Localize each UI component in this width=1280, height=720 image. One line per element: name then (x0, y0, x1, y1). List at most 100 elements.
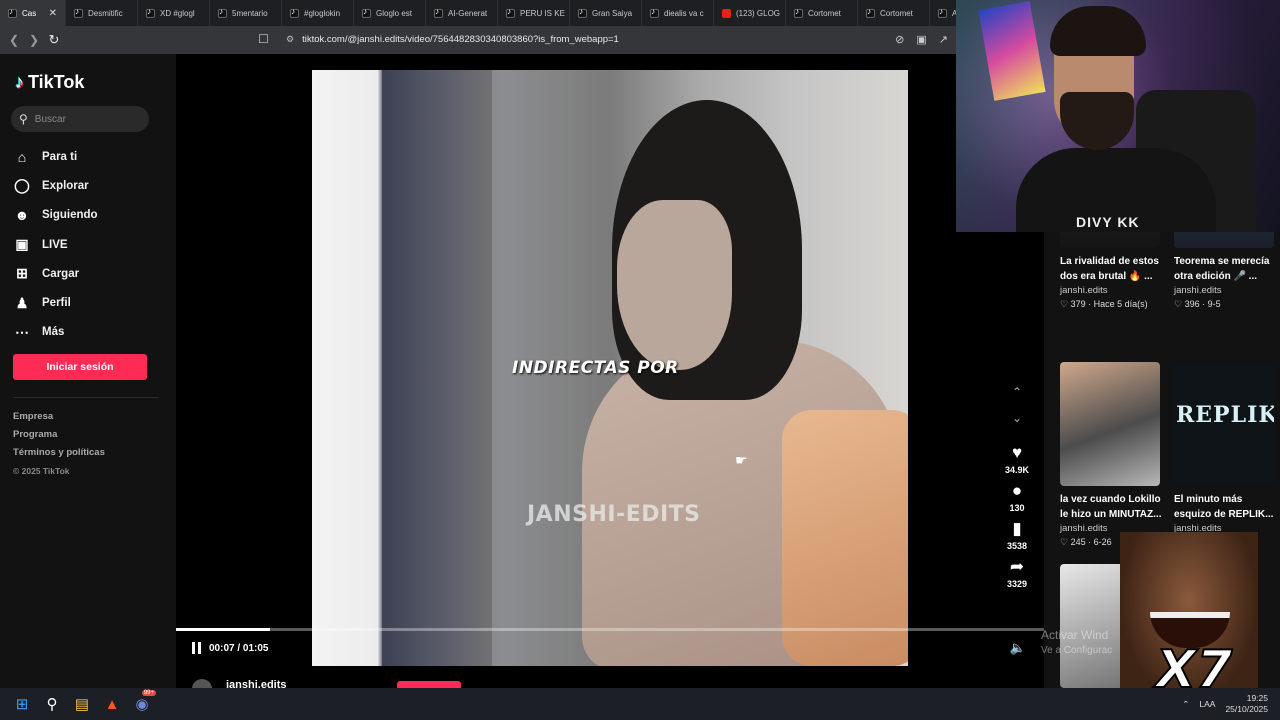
url-field[interactable]: ⚙ tiktok.com/@janshi.edits/video/7564482… (286, 34, 619, 45)
browser-tab[interactable]: XD #glogl (138, 0, 210, 26)
browser-tab[interactable]: diealis va c (642, 0, 714, 26)
login-button[interactable]: Iniciar sesión (13, 354, 147, 380)
close-tab-icon[interactable]: ✕ (49, 8, 57, 19)
activation-subtitle: Ve a Configurac (1041, 645, 1113, 656)
browser-tab-label: Cortomet (808, 8, 841, 18)
file-explorer-icon[interactable]: ▤ (68, 690, 96, 718)
browser-tab[interactable]: (123) GLOG (714, 0, 786, 26)
heart-icon: ♥ (1011, 443, 1023, 462)
discord-icon[interactable]: ◉ 99+ (128, 690, 156, 718)
related-video-title: Teorema se merecía otra edición 🎤 ... (1174, 256, 1270, 282)
browser-tab-label: #gloglokin (304, 8, 341, 18)
windows-start-icon[interactable]: ⊞ (8, 690, 36, 718)
sidebar-item-perfil[interactable]: ♟ Perfil (14, 288, 98, 317)
related-video-card[interactable]: La rivalidad de estos dos era brutal 🔥 .… (1060, 232, 1166, 310)
browser-tab[interactable]: Gloglo est (354, 0, 426, 26)
browser-tab[interactable]: Cortomet (858, 0, 930, 26)
browser-tab[interactable]: #gloglokin (282, 0, 354, 26)
related-video-card[interactable]: Teorema se merecía otra edición 🎤 ... ja… (1174, 232, 1280, 310)
language-indicator[interactable]: LAA (1199, 699, 1215, 709)
sidebar-item-mas[interactable]: ⋯ Más (14, 318, 98, 347)
browser-address-bar: ❮ ❯ ↻ ☐ ⚙ tiktok.com/@janshi.edits/video… (0, 26, 956, 54)
footer-link-terminos[interactable]: Términos y políticas (13, 444, 105, 462)
search-input[interactable]: ⚲ Buscar (11, 106, 149, 132)
browser-tab[interactable]: A (930, 0, 956, 26)
footer-link-programa[interactable]: Programa (13, 426, 105, 444)
sidebar-item-live[interactable]: ▣ LIVE (14, 230, 98, 259)
sidebar-item-explorar[interactable]: ◯ Explorar (14, 171, 98, 200)
save-action[interactable]: ▮ 3538 (1002, 519, 1032, 551)
browser-tab-label: diealis va c (664, 8, 704, 18)
address-bar-icons: ⊘ ▣ ↗ (895, 33, 948, 46)
search-icon: ⚲ (19, 112, 28, 126)
brave-browser-icon[interactable]: ▲ (98, 690, 126, 718)
like-action[interactable]: ♥ 34.9K (1002, 443, 1032, 475)
sidebar-item-label: Perfil (42, 297, 71, 310)
browser-tab-label: Cas (22, 8, 37, 18)
video-stage: INDIRECTAS POR JANSHI-EDITS 00:07 / 01:0… (176, 70, 1044, 688)
bookmark-icon: ▮ (1012, 519, 1022, 538)
tray-chevron-icon[interactable]: ⌃ (1182, 699, 1189, 710)
action-rail: ⌃ ⌄ ♥ 34.9K ● 130 ▮ 3538 ➦ 3329 (1002, 385, 1032, 589)
pause-icon[interactable] (192, 642, 201, 654)
profile-icon: ♟ (15, 294, 29, 311)
sidebar-item-cargar[interactable]: ⊞ Cargar (14, 259, 98, 288)
browser-tab-label: PERU IS KE (520, 8, 565, 18)
tiktok-logo[interactable]: ♪ TikTok (15, 72, 84, 93)
sidebar-item-label: Más (42, 326, 65, 339)
follow-button[interactable] (397, 681, 461, 688)
related-video-author: janshi.edits (1060, 285, 1108, 296)
bookmark-icon[interactable]: ☐ (258, 32, 269, 46)
browser-tab[interactable]: Cas ✕ (0, 0, 66, 26)
forward-icon[interactable]: ❯ (24, 33, 44, 47)
tiktok-icon (146, 7, 155, 18)
sidebar-footer: Empresa Programa Términos y políticas © … (13, 408, 105, 480)
related-video-title: la vez cuando Lokillo le hizo un MINUTAZ… (1060, 494, 1162, 520)
sidebar-nav: ⌂ Para ti ◯ Explorar ☻ Siguiendo ▣ LIVE … (14, 142, 98, 347)
windows-activation-notice: Activar Wind Ve a Configurac (1041, 627, 1112, 659)
chevron-up-icon[interactable]: ⌃ (1002, 385, 1032, 411)
video-progress-bar[interactable] (176, 628, 1044, 631)
browser-tab-label: Desmitific (88, 8, 123, 18)
tiktok-icon (506, 7, 515, 18)
comment-action[interactable]: ● 130 (1002, 481, 1032, 513)
related-video-card[interactable]: REPLIK El minuto más esquizo de REPLIK..… (1174, 362, 1280, 534)
related-video-card[interactable]: la vez cuando Lokillo le hizo un MINUTAZ… (1060, 362, 1166, 548)
browser-tab-bar: Cas ✕ Desmitific XD #glogl 5mentario #gloglok… (0, 0, 956, 26)
home-icon: ⌂ (17, 148, 27, 165)
share-icon[interactable]: ↗ (939, 33, 948, 46)
site-info-icon[interactable]: ⚙ (286, 34, 294, 45)
video-caption-overlay: INDIRECTAS POR (512, 358, 679, 378)
volume-icon[interactable]: 🔈 (1010, 640, 1026, 656)
footer-link-empresa[interactable]: Empresa (13, 408, 105, 426)
browser-tab-label: Cortomet (880, 8, 913, 18)
browser-tab[interactable]: AI-Generat (426, 0, 498, 26)
reload-icon[interactable]: ↻ (44, 32, 64, 48)
video-player[interactable]: INDIRECTAS POR JANSHI-EDITS (312, 70, 908, 666)
windows-taskbar: ⊞ ⚲ ▤ ▲ ◉ 99+ ⌃ LAA 19:25 25/10/2025 (0, 688, 1280, 720)
share-action[interactable]: ➦ 3329 (1002, 557, 1032, 589)
browser-tab[interactable]: 5mentario (210, 0, 282, 26)
taskbar-clock[interactable]: 19:25 25/10/2025 (1225, 693, 1268, 715)
browser-tab[interactable]: PERU IS KE (498, 0, 570, 26)
browser-tab[interactable]: Desmitific (66, 0, 138, 26)
more-icon: ⋯ (15, 323, 29, 340)
video-thumbnail (1174, 232, 1274, 248)
sidebar-item-siguiendo[interactable]: ☻ Siguiendo (14, 201, 98, 230)
thumbnail-text: REPLIK (1176, 402, 1274, 428)
taskbar-search-icon[interactable]: ⚲ (38, 690, 66, 718)
sidebar-item-label: Para ti (42, 150, 78, 163)
author-name[interactable]: janshi.edits (226, 679, 287, 688)
browser-tab[interactable]: Cortomet (786, 0, 858, 26)
browser-tab[interactable]: Gran Saiya (570, 0, 642, 26)
share-arrow-icon: ➦ (1009, 557, 1025, 576)
back-icon[interactable]: ❮ (4, 33, 24, 47)
cast-icon[interactable]: ▣ (916, 33, 926, 46)
tracking-icon[interactable]: ⊘ (895, 33, 904, 46)
chevron-down-icon[interactable]: ⌄ (1002, 411, 1032, 437)
comment-icon: ● (1011, 481, 1023, 500)
author-avatar[interactable] (192, 679, 212, 688)
streamer-webcam: DIVY KK (956, 0, 1280, 232)
related-video-title: El minuto más esquizo de REPLIK... (1174, 494, 1274, 520)
sidebar-item-para-ti[interactable]: ⌂ Para ti (14, 142, 98, 171)
